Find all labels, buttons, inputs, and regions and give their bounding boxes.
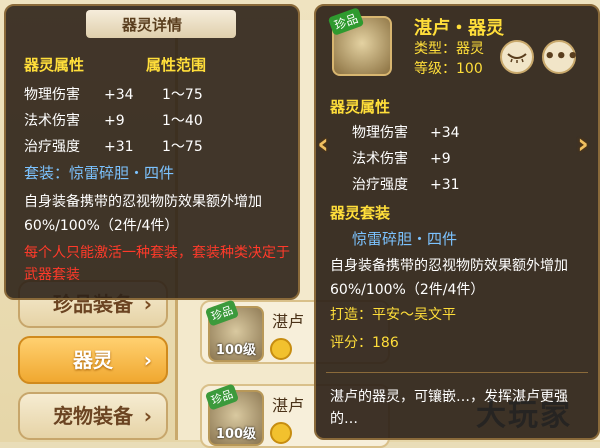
rarity-badge: 珍品 <box>204 383 240 411</box>
attr-row: 治疗强度 +31 <box>352 174 460 194</box>
attr-name: 物理伤害 <box>24 87 80 103</box>
attr-range: 1～75 <box>162 87 203 103</box>
attr-value: +34 <box>430 125 460 141</box>
sidebar-item-label: 宠物装备 <box>53 404 133 428</box>
spirit-detail-tooltip: 器灵详情 器灵属性 属性范围 物理伤害 +34 1～75 法术伤害 +9 1～40 治疗… <box>4 4 300 300</box>
item-detail-tooltip: 珍品 湛卢・器灵 类型：器灵 等级：100 ••• 器灵属性 物理伤害 +34 法… <box>314 4 600 440</box>
set-warning: 每个人只能激活一种套装，套装种类决定于武器套装 <box>24 245 290 283</box>
attr-row: 法术伤害 +9 <box>352 148 451 168</box>
attr-row: 治疗强度 +31 1～75 <box>24 136 203 156</box>
set-description: 自身装备携带的忍视物防效果额外增加60%/100%（2件/4件） <box>24 194 262 234</box>
prev-arrow-icon[interactable]: ‹ <box>312 124 334 164</box>
item-level: 100级 <box>215 343 257 358</box>
chevron-right-icon: › <box>143 348 152 372</box>
item-icon: 珍品 <box>327 7 392 76</box>
sidebar-item-spirit[interactable]: 器灵 › <box>18 336 168 384</box>
tooltip-title: 器灵详情 <box>121 16 182 34</box>
attr-name: 法术伤害 <box>24 113 80 129</box>
attr-name: 物理伤害 <box>352 125 408 141</box>
item-icon: 珍品 100级 <box>204 299 264 362</box>
rarity-badge: 珍品 <box>327 7 365 36</box>
attr-row: 法术伤害 +9 1～40 <box>24 110 203 130</box>
attr-name: 治疗强度 <box>352 177 408 193</box>
eye-closed-icon[interactable] <box>500 40 534 74</box>
attr-value: +9 <box>104 113 125 129</box>
attr-value: +31 <box>430 177 460 193</box>
sidebar-item-pet-equipment[interactable]: 宠物装备 › <box>18 392 168 440</box>
item-name: 湛卢 <box>272 312 305 331</box>
more-icon[interactable]: ••• <box>542 40 579 74</box>
attr-name: 法术伤害 <box>352 151 408 167</box>
tooltip-header: 器灵详情 <box>6 10 298 40</box>
attr-value: +31 <box>104 139 134 155</box>
set-section-title: 器灵套装 <box>330 204 391 222</box>
set-label: 套装：惊雷碎胆・四件 <box>24 164 175 182</box>
item-maker: 打造：平安～吴文平 <box>330 307 456 323</box>
attr-value: +34 <box>104 87 134 103</box>
divider <box>326 372 588 373</box>
next-arrow-icon[interactable]: › <box>572 124 594 164</box>
chevron-right-icon: › <box>143 404 152 428</box>
attr-name: 治疗强度 <box>24 139 80 155</box>
rarity-badge: 珍品 <box>204 299 240 327</box>
set-name: 惊雷碎胆・四件 <box>352 230 458 248</box>
item-level: 等级：100 <box>414 61 483 77</box>
col-header-attr: 器灵属性 <box>24 56 85 74</box>
attr-row: 物理伤害 +34 <box>352 122 460 142</box>
attr-row: 物理伤害 +34 1～75 <box>24 84 203 104</box>
set-description: 自身装备携带的忍视物防效果额外增加60%/100%（2件/4件） <box>330 258 568 298</box>
item-name: 湛卢 <box>272 396 305 415</box>
item-name: 湛卢・器灵 <box>414 18 504 39</box>
watermark: 大玩家 <box>476 398 572 433</box>
item-type: 类型：器灵 <box>414 41 484 57</box>
attr-range: 1～75 <box>162 139 203 155</box>
item-score: 评分：186 <box>330 335 399 351</box>
attr-range: 1～40 <box>162 113 203 129</box>
sidebar-item-label: 器灵 <box>73 348 113 372</box>
item-level: 100级 <box>215 427 257 442</box>
col-header-range: 属性范围 <box>146 56 207 74</box>
attr-value: +9 <box>430 151 451 167</box>
item-icon: 珍品 100级 <box>204 383 264 446</box>
attr-section-title: 器灵属性 <box>330 98 391 116</box>
coin-icon <box>270 422 292 444</box>
coin-icon <box>270 338 292 360</box>
